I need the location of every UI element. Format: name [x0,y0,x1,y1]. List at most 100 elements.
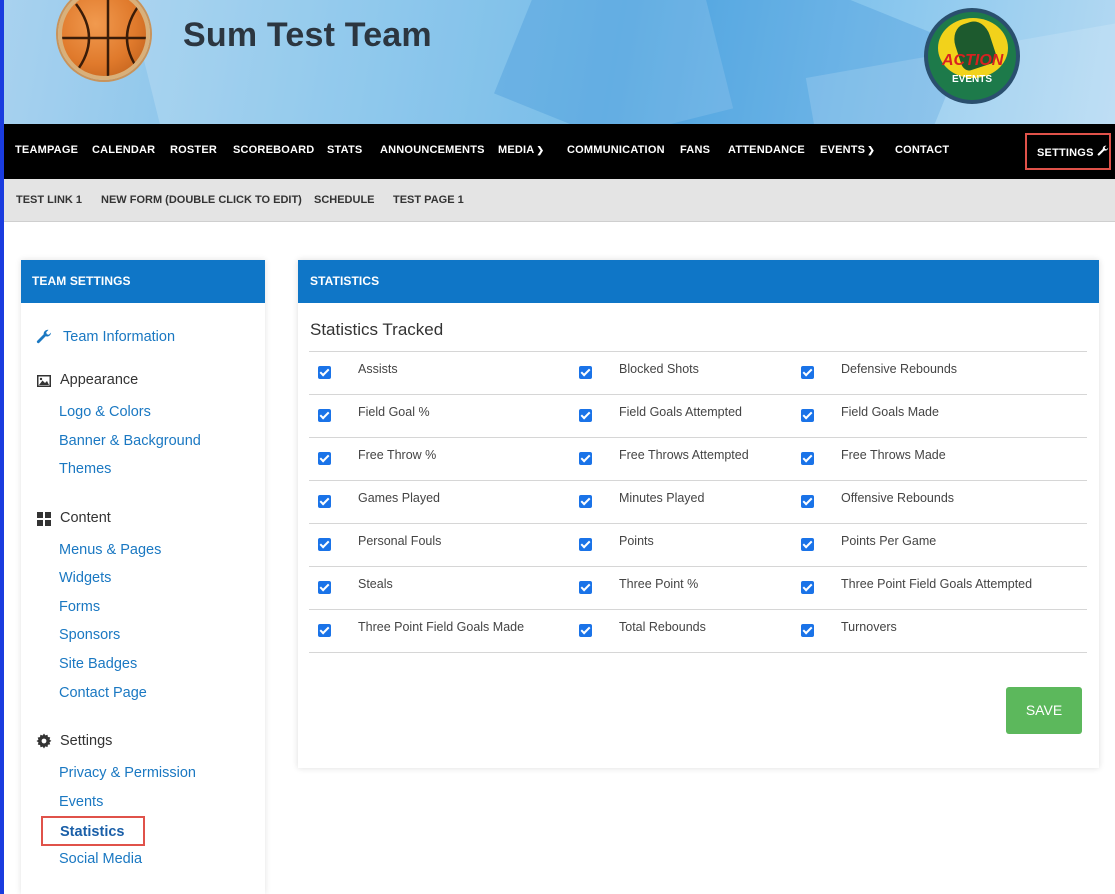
stat-label: Points Per Game [841,534,937,548]
stat-checkbox[interactable] [318,409,331,422]
subnav-new-form[interactable]: NEW FORM (DOUBLE CLICK TO EDIT) [101,194,302,206]
nav-contact[interactable]: CONTACT [895,144,949,156]
nav-roster[interactable]: ROSTER [170,144,217,156]
table-row: Personal Fouls Points Points Per Game [309,524,1087,567]
stat-checkbox[interactable] [318,366,331,379]
sidebar-item-widgets[interactable]: Widgets [59,570,111,586]
stat-label: Assists [358,362,398,376]
stat-checkbox[interactable] [801,581,814,594]
table-row: Three Point Field Goals Made Total Reboun… [309,610,1087,653]
sidebar-heading-settings: Settings [60,733,113,749]
team-settings-sidebar: TEAM SETTINGS Team Information Appearanc… [21,260,265,894]
stat-label: Games Played [358,491,440,505]
statistics-panel: STATISTICS Statistics Tracked Assists Blo… [298,260,1099,768]
stat-checkbox[interactable] [801,495,814,508]
stat-checkbox[interactable] [318,452,331,465]
stat-checkbox[interactable] [801,624,814,637]
sidebar-item-social-media[interactable]: Social Media [59,851,142,867]
table-row: Games Played Minutes Played Offensive Rebo… [309,481,1087,524]
left-edge-strip [0,0,4,894]
nav-calendar[interactable]: CALENDAR [92,144,155,156]
image-icon [37,375,51,387]
stat-label: Three Point Field Goals Attempted [841,577,1033,591]
nav-announcements[interactable]: ANNOUNCEMENTS [380,144,485,156]
stat-checkbox[interactable] [579,581,592,594]
sidebar-item-events[interactable]: Events [59,794,103,810]
statistics-tracked-heading: Statistics Tracked [310,320,444,339]
stat-checkbox[interactable] [579,624,592,637]
action-events-logo: ACTION EVENTS [924,8,1020,104]
save-button[interactable]: SAVE [1006,687,1082,734]
wrench-icon [1097,145,1109,156]
sub-nav: TEST LINK 1 NEW FORM (DOUBLE CLICK TO ED… [0,179,1115,222]
sidebar-item-sponsors[interactable]: Sponsors [59,627,120,643]
stat-label: Free Throws Made [841,448,946,462]
stat-label: Points [619,534,654,548]
nav-settings-highlight: SETTINGS [1025,133,1111,170]
table-row: Steals Three Point % Three Point Field Goa… [309,567,1087,610]
stat-checkbox[interactable] [318,538,331,551]
table-row: Free Throw % Free Throws Attempted Free Th… [309,438,1087,481]
nav-fans[interactable]: FANS [680,144,710,156]
sidebar-item-menus-pages[interactable]: Menus & Pages [59,542,161,558]
stat-checkbox[interactable] [579,538,592,551]
nav-media[interactable]: MEDIA ❯ [498,144,544,156]
sidebar-item-team-information[interactable]: Team Information [63,329,175,345]
nav-media-label: MEDIA [498,144,535,156]
chevron-down-icon: ❯ [536,145,545,155]
nav-events[interactable]: EVENTS ❯ [820,144,875,156]
table-row: Assists Blocked Shots Defensive Rebounds [309,352,1087,395]
stat-checkbox[interactable] [579,495,592,508]
sidebar-item-statistics[interactable]: Statistics [60,824,124,840]
nav-scoreboard[interactable]: SCOREBOARD [233,144,314,156]
sidebar-item-banner-background[interactable]: Banner & Background [59,433,201,449]
gear-icon [36,733,52,749]
sidebar-item-site-badges[interactable]: Site Badges [59,656,137,672]
stat-checkbox[interactable] [318,581,331,594]
statistics-table: Assists Blocked Shots Defensive Rebounds Fi… [309,351,1087,653]
basketball-logo-icon[interactable] [58,0,150,80]
stat-checkbox[interactable] [579,409,592,422]
stat-label: Three Point % [619,577,699,591]
stat-checkbox[interactable] [801,366,814,379]
stat-label: Field Goal % [358,405,430,419]
sidebar-item-privacy-permission[interactable]: Privacy & Permission [59,765,196,781]
stat-checkbox[interactable] [318,495,331,508]
sidebar-item-forms[interactable]: Forms [59,599,100,615]
stat-label: Free Throw % [358,448,437,462]
stat-checkbox[interactable] [801,409,814,422]
stat-label: Offensive Rebounds [841,491,955,505]
stat-checkbox[interactable] [801,452,814,465]
statistics-highlight: Statistics [41,816,145,846]
table-row: Field Goal % Field Goals Attempted Field G… [309,395,1087,438]
stat-label: Steals [358,577,393,591]
stat-label: Minutes Played [619,491,705,505]
stat-label: Defensive Rebounds [841,362,958,376]
sidebar-item-themes[interactable]: Themes [59,461,111,477]
nav-stats[interactable]: STATS [327,144,362,156]
nav-teampage[interactable]: TEAMPAGE [15,144,78,156]
stat-checkbox[interactable] [579,452,592,465]
stat-checkbox[interactable] [579,366,592,379]
subnav-test-link-1[interactable]: TEST LINK 1 [16,194,82,206]
statistics-title: STATISTICS [298,260,1099,303]
stat-label: Personal Fouls [358,534,442,548]
stat-label: Turnovers [841,620,897,634]
stat-checkbox[interactable] [318,624,331,637]
sidebar-item-logo-colors[interactable]: Logo & Colors [59,404,151,420]
stat-label: Total Rebounds [619,620,706,634]
logo-action-text: ACTION [942,52,1004,69]
nav-attendance[interactable]: ATTENDANCE [728,144,805,156]
subnav-schedule[interactable]: SCHEDULE [314,194,375,206]
sidebar-item-contact-page[interactable]: Contact Page [59,685,147,701]
stat-label: Field Goals Made [841,405,939,419]
stat-checkbox[interactable] [801,538,814,551]
nav-communication[interactable]: COMMUNICATION [567,144,665,156]
chevron-down-icon: ❯ [867,145,875,155]
stat-label: Field Goals Attempted [619,405,742,419]
nav-settings[interactable]: SETTINGS [1037,145,1109,159]
subnav-test-page-1[interactable]: TEST PAGE 1 [393,194,464,206]
team-title: Sum Test Team [183,16,432,54]
stat-label: Blocked Shots [619,362,699,376]
nav-events-label: EVENTS [820,144,866,156]
